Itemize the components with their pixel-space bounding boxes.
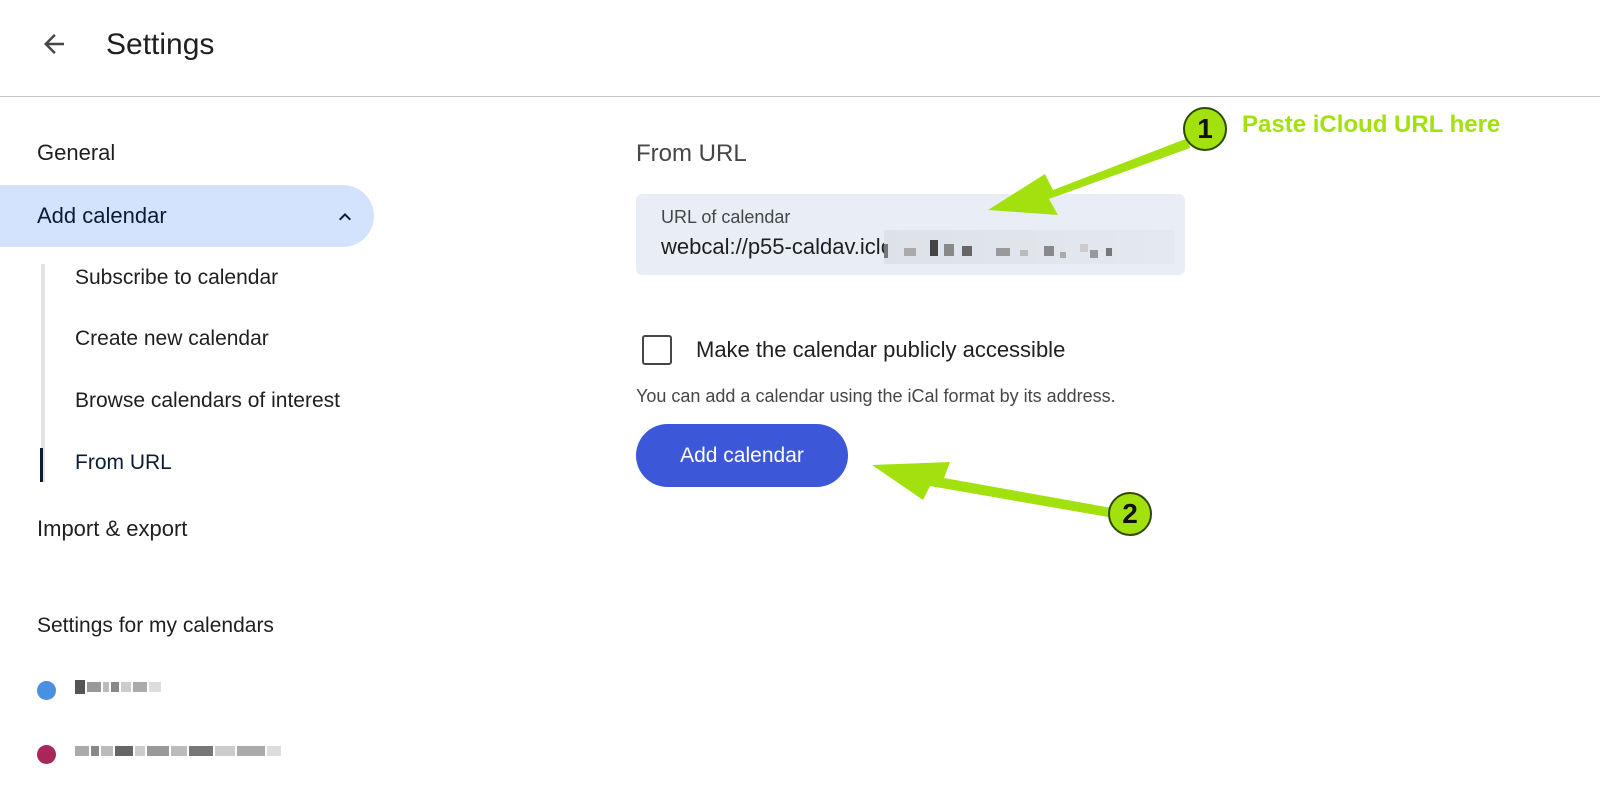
calendar-color-dot (37, 745, 56, 764)
page-title: Settings (106, 28, 215, 61)
chevron-up-icon (333, 205, 357, 234)
redacted-url-segment (884, 230, 1174, 264)
sidebar-item-from-url[interactable]: From URL (75, 451, 172, 475)
arrow-left-icon (39, 29, 69, 64)
sidebar-item-create-new[interactable]: Create new calendar (75, 327, 269, 351)
redacted-calendar-name (75, 678, 405, 702)
step-1-annotation: Paste iCloud URL here (1242, 111, 1501, 138)
public-access-label: Make the calendar publicly accessible (696, 337, 1066, 362)
sidebar-item-import-export[interactable]: Import & export (37, 516, 187, 542)
sidebar-item-add-calendar[interactable]: Add calendar (0, 185, 374, 247)
back-button[interactable] (30, 22, 78, 70)
sidebar-item-browse[interactable]: Browse calendars of interest (75, 389, 340, 413)
calendar-color-dot (37, 681, 56, 700)
sidebar-item-label: Add calendar (37, 203, 167, 228)
section-title: From URL (636, 140, 747, 167)
sidebar-item-subscribe[interactable]: Subscribe to calendar (75, 266, 278, 290)
helper-text: You can add a calendar using the iCal fo… (636, 386, 1116, 406)
submenu-active-indicator (40, 448, 43, 482)
url-field-label: URL of calendar (661, 207, 791, 227)
calendar-url-input[interactable]: URL of calendar webcal://p55-caldav.iclo… (636, 194, 1185, 275)
redacted-calendar-name (75, 742, 405, 766)
step-1-badge: 1 (1183, 107, 1227, 151)
step-2-badge: 2 (1108, 492, 1152, 536)
public-access-checkbox[interactable] (642, 335, 672, 365)
sidebar-item-general[interactable]: General (37, 140, 115, 166)
arrow-2-icon (872, 462, 1114, 518)
settings-header (0, 0, 1600, 97)
my-calendars-heading: Settings for my calendars (37, 614, 274, 637)
add-calendar-button[interactable]: Add calendar (636, 424, 848, 487)
